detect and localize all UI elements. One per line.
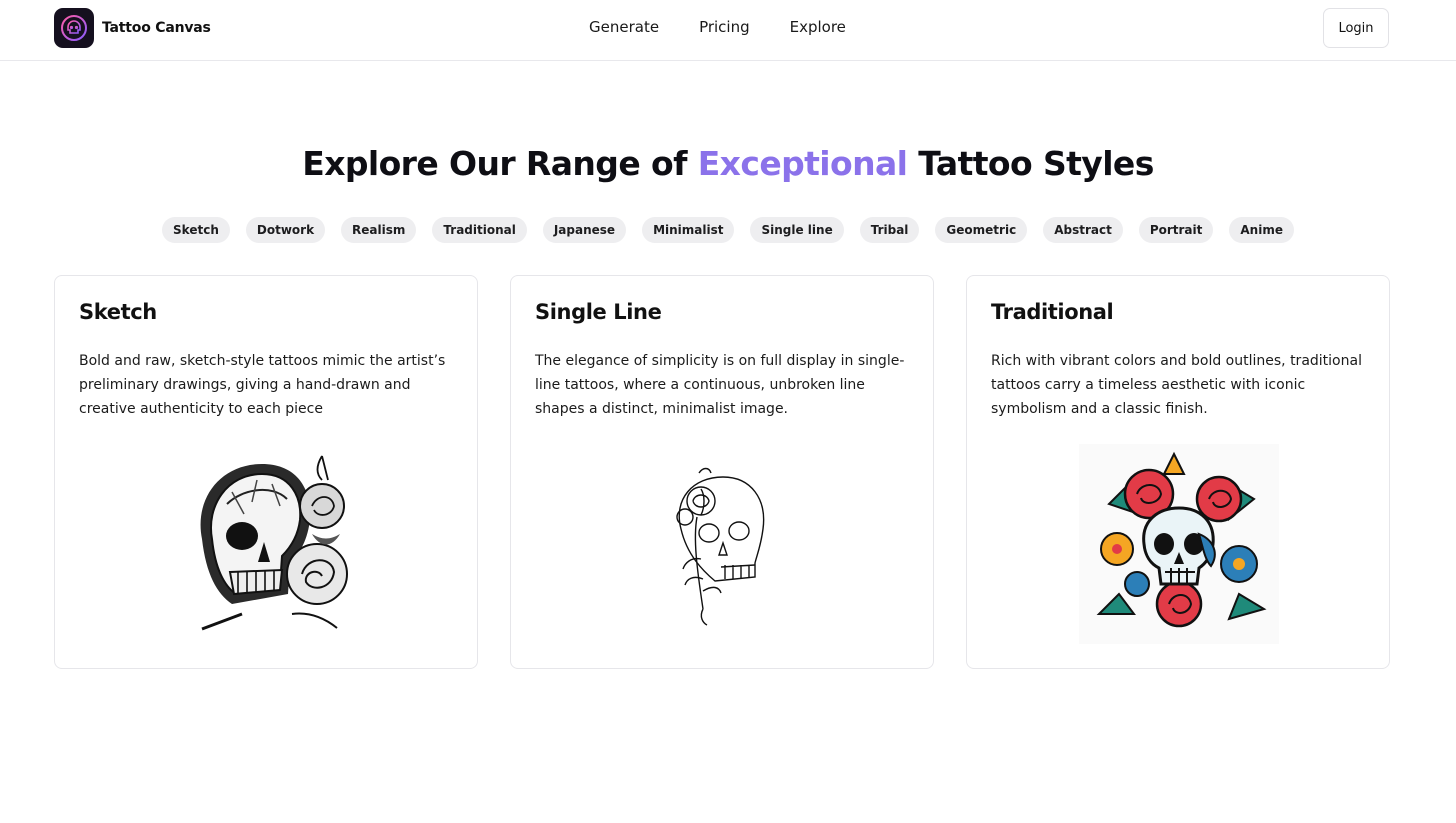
nav-generate[interactable]: Generate xyxy=(589,18,659,36)
card-title: Sketch xyxy=(79,300,157,324)
chip-sketch[interactable]: Sketch xyxy=(162,217,230,243)
site-header: Tattoo Canvas Generate Pricing Explore L… xyxy=(0,0,1456,61)
style-cards: Sketch Bold and raw, sketch-style tattoo… xyxy=(54,275,1390,669)
line-art-skull-flower-image xyxy=(621,441,825,646)
title-part-2: Tattoo Styles xyxy=(907,144,1154,183)
chip-portrait[interactable]: Portrait xyxy=(1138,217,1214,243)
chip-japanese[interactable]: Japanese xyxy=(542,217,627,243)
title-part-1: Explore Our Range of xyxy=(302,144,698,183)
brand-link[interactable]: Tattoo Canvas xyxy=(54,8,211,48)
chip-tribal[interactable]: Tribal xyxy=(859,217,920,243)
traditional-skull-roses-image xyxy=(1077,441,1281,646)
chip-geometric[interactable]: Geometric xyxy=(935,217,1028,243)
brand-name: Tattoo Canvas xyxy=(102,20,211,36)
nav-pricing[interactable]: Pricing xyxy=(699,18,750,36)
skull-logo-icon xyxy=(54,8,94,48)
chip-realism[interactable]: Realism xyxy=(341,217,417,243)
login-button[interactable]: Login xyxy=(1323,8,1389,48)
nav-explore[interactable]: Explore xyxy=(790,18,846,36)
chip-traditional[interactable]: Traditional xyxy=(432,217,527,243)
card-description: Rich with vibrant colors and bold outlin… xyxy=(991,353,1362,417)
chip-single-line[interactable]: Single line xyxy=(750,217,844,243)
style-filter-chips: Sketch Dotwork Realism Traditional Japan… xyxy=(0,217,1456,243)
card-traditional[interactable]: Traditional Rich with vibrant colors and… xyxy=(966,275,1390,669)
chip-dotwork[interactable]: Dotwork xyxy=(245,217,326,243)
chip-abstract[interactable]: Abstract xyxy=(1043,217,1123,243)
main-nav: Generate Pricing Explore xyxy=(589,18,886,36)
chip-anime[interactable]: Anime xyxy=(1229,217,1294,243)
card-description: Bold and raw, sketch-style tattoos mimic… xyxy=(79,353,446,417)
sketch-skull-roses-image xyxy=(165,441,369,646)
card-description: The elegance of simplicity is on full di… xyxy=(535,353,905,417)
page-title: Explore Our Range of Exceptional Tattoo … xyxy=(0,144,1456,183)
card-title: Traditional xyxy=(991,300,1114,324)
card-title: Single Line xyxy=(535,300,662,324)
chip-minimalist[interactable]: Minimalist xyxy=(642,217,735,243)
title-accent: Exceptional xyxy=(697,144,908,183)
card-single-line[interactable]: Single Line The elegance of simplicity i… xyxy=(510,275,934,669)
card-sketch[interactable]: Sketch Bold and raw, sketch-style tattoo… xyxy=(54,275,478,669)
